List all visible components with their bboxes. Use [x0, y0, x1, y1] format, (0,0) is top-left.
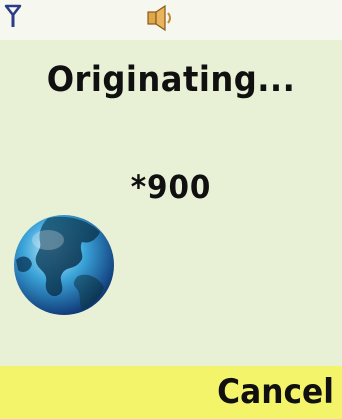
status-bar	[0, 0, 342, 40]
call-status-text: Originating...	[46, 60, 296, 100]
speaker-icon	[146, 4, 176, 36]
cancel-button[interactable]: Cancel	[217, 372, 334, 412]
globe-icon	[8, 210, 116, 320]
phone-screen: Originating... *900 Cancel	[0, 0, 342, 419]
dialed-number: *900	[130, 168, 212, 206]
signal-antenna-icon	[4, 4, 22, 32]
softkey-bar: Cancel	[0, 366, 342, 419]
call-content: Originating... *900	[0, 40, 342, 366]
